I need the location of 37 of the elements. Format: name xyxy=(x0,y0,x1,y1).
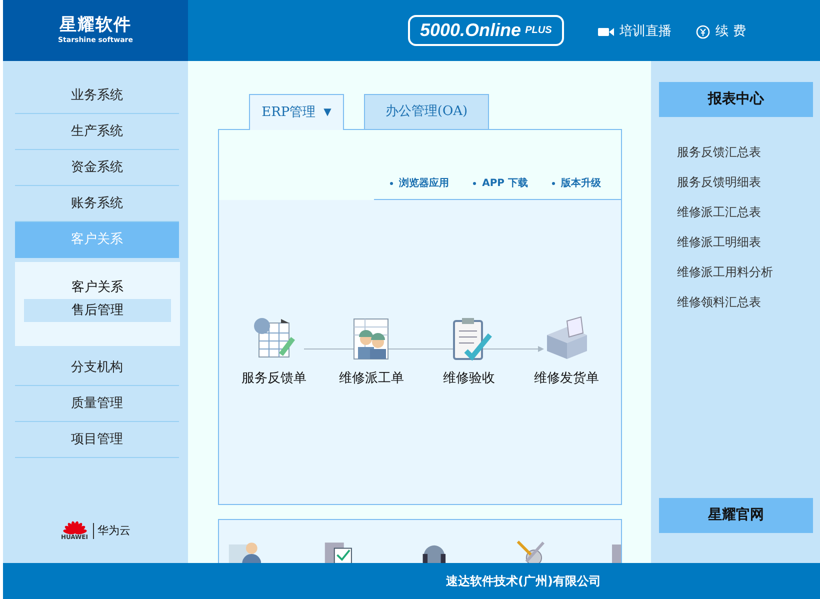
step-label[interactable]: 维修发货单 xyxy=(534,369,599,388)
sidebar-item[interactable]: 分支机构 xyxy=(15,350,179,386)
company-name: 速达软件技术(广州)有限公司 xyxy=(446,573,601,590)
report-link[interactable]: 维修领料汇总表 xyxy=(677,292,813,312)
product-edition: PLUS xyxy=(525,24,552,38)
step-label[interactable]: 维修验收 xyxy=(442,369,495,388)
video-icon xyxy=(598,26,614,36)
sidebar-item[interactable]: 质量管理 xyxy=(15,386,179,422)
section-title: 报表中心 xyxy=(659,82,813,117)
quick-link[interactable]: 版本升级 xyxy=(552,176,601,190)
brand-title: 星耀软件 xyxy=(60,16,132,35)
step-label[interactable]: 服务反馈单 xyxy=(241,369,306,388)
report-link[interactable]: 维修派工明细表 xyxy=(677,232,813,252)
flower-logo-icon xyxy=(60,521,88,535)
website-button[interactable]: 星耀官网 xyxy=(659,498,813,533)
product-name: 5000.Online xyxy=(420,19,522,42)
tab[interactable]: ERP管理 ▼ xyxy=(249,94,344,130)
sidebar-item[interactable]: 业务系统 xyxy=(15,78,179,114)
step-label[interactable]: 维修派工单 xyxy=(338,369,404,388)
quick-link[interactable]: 浏览器应用 xyxy=(390,176,450,190)
partner-name: 华为云 xyxy=(92,522,130,540)
submenu-item[interactable]: 客户关系 xyxy=(24,276,171,299)
device-icon xyxy=(612,544,621,563)
currency-icon xyxy=(696,24,710,38)
sidebar-item[interactable]: 项目管理 xyxy=(15,422,179,458)
report-link[interactable]: 维修派工汇总表 xyxy=(677,202,813,222)
header-link[interactable]: 续 费 xyxy=(696,2,746,61)
caret-icon: ▼ xyxy=(324,105,332,120)
tab[interactable]: 办公管理(OA) xyxy=(364,94,489,129)
report-link[interactable]: 维修派工用料分析 xyxy=(677,262,813,282)
header-link[interactable]: 培训直播 xyxy=(598,2,672,61)
sidebar-item[interactable]: 生产系统 xyxy=(15,114,179,150)
sidebar-item[interactable]: 资金系统 xyxy=(15,150,179,186)
report-link[interactable]: 服务反馈汇总表 xyxy=(677,142,813,162)
report-link[interactable]: 服务反馈明细表 xyxy=(677,172,813,192)
quick-link[interactable]: APP 下载 xyxy=(473,176,528,190)
submenu-item[interactable]: 售后管理 xyxy=(24,299,171,322)
